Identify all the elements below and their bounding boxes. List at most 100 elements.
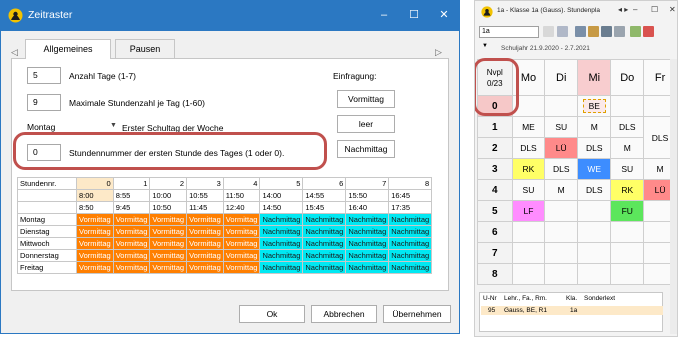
vormittag-cell[interactable]: Vormittag xyxy=(112,249,151,262)
table-row[interactable]: Donnerstag Vormittag Vormittag Vormittag Vor… xyxy=(17,249,433,262)
vormittag-cell[interactable]: Vormittag xyxy=(149,261,188,274)
hour-header[interactable]: 1 xyxy=(112,177,151,190)
vormittag-cell[interactable]: Vormittag xyxy=(186,237,224,250)
vormittag-cell[interactable]: Vormittag xyxy=(222,213,261,226)
empty-cell[interactable] xyxy=(544,263,579,285)
hour-header[interactable]: 5 xyxy=(259,177,304,190)
nav-arrows[interactable]: ◂ ▸ xyxy=(618,5,628,14)
start-time-cell[interactable]: 10:55 xyxy=(186,189,224,202)
nachmittag-button[interactable]: Nachmittag xyxy=(337,140,395,158)
tab-scroll-left-icon[interactable]: ◁ xyxy=(11,47,18,58)
hour-header[interactable]: 4 xyxy=(222,177,261,190)
table-row[interactable]: Montag Vormittag Vormittag Vormittag Vormitt… xyxy=(17,213,433,226)
nachmittag-cell[interactable]: Nachmittag xyxy=(302,237,347,250)
start-time-cell[interactable]: 11:50 xyxy=(222,189,261,202)
table-row[interactable]: Dienstag Vormittag Vormittag Vormittag Vormi… xyxy=(17,225,433,238)
end-time-cell[interactable]: 16:40 xyxy=(345,201,390,214)
vormittag-cell[interactable]: Vormittag xyxy=(186,225,224,238)
end-time-cell[interactable]: 8:50 xyxy=(76,201,114,214)
table-row[interactable]: 3 RK DLS WE SU M xyxy=(477,158,677,180)
start-time-cell[interactable]: 16:45 xyxy=(388,189,433,202)
start-time-cell[interactable]: 14:55 xyxy=(302,189,347,202)
hour-label[interactable]: 0 xyxy=(477,95,513,117)
empty-cell[interactable] xyxy=(544,200,579,222)
leer-button[interactable]: leer xyxy=(337,115,395,133)
settings-icon[interactable] xyxy=(643,26,654,37)
minimize-button[interactable]: – xyxy=(369,1,399,31)
lesson-cell[interactable]: SU xyxy=(544,116,579,138)
title-bar[interactable]: Zeitraster – ☐ ✕ xyxy=(1,1,459,31)
lesson-cell[interactable]: SU xyxy=(610,158,645,180)
vormittag-button[interactable]: Vormittag xyxy=(337,90,395,108)
start-time-cell[interactable]: 14:00 xyxy=(259,189,304,202)
vormittag-cell[interactable]: Vormittag xyxy=(76,237,114,250)
empty-cell[interactable] xyxy=(577,242,612,264)
nachmittag-cell[interactable]: Nachmittag xyxy=(345,237,390,250)
tab-scroll-right-icon[interactable]: ▷ xyxy=(435,47,442,58)
lesson-cell[interactable]: M xyxy=(544,179,579,201)
day-header[interactable]: Mi xyxy=(577,59,612,96)
vormittag-cell[interactable]: Vormittag xyxy=(186,261,224,274)
nachmittag-cell[interactable]: Nachmittag xyxy=(302,213,347,226)
expand-icon[interactable]: ▼ xyxy=(482,43,488,49)
day-header[interactable]: Do xyxy=(610,59,645,96)
start-time-cell[interactable]: 15:50 xyxy=(345,189,390,202)
end-time-cell[interactable]: 11:45 xyxy=(186,201,224,214)
hour-label[interactable]: 6 xyxy=(477,221,513,243)
tab-allgemeines[interactable]: Allgemeines xyxy=(25,39,111,59)
start-time-cell[interactable]: 8:55 xyxy=(112,189,151,202)
save-icon[interactable] xyxy=(575,26,586,37)
table-row[interactable]: 7 xyxy=(477,242,677,264)
table-row[interactable]: Freitag Vormittag Vormittag Vormittag Vormit… xyxy=(17,261,433,274)
empty-cell[interactable] xyxy=(544,221,579,243)
dropdown-icon[interactable] xyxy=(543,26,554,37)
vormittag-cell[interactable]: Vormittag xyxy=(149,249,188,262)
nachmittag-cell[interactable]: Nachmittag xyxy=(345,261,390,274)
hour-label[interactable]: 8 xyxy=(477,263,513,285)
empty-cell[interactable] xyxy=(577,200,612,222)
vormittag-cell[interactable]: Vormittag xyxy=(112,213,151,226)
maximize-button[interactable]: ☐ xyxy=(399,1,429,31)
nachmittag-cell[interactable]: Nachmittag xyxy=(388,261,433,274)
apply-button[interactable]: Übernehmen xyxy=(383,305,451,323)
car-icon[interactable] xyxy=(614,26,625,37)
nachmittag-cell[interactable]: Nachmittag xyxy=(259,225,304,238)
empty-cell[interactable] xyxy=(511,263,546,285)
lesson-cell[interactable]: FU xyxy=(610,200,645,222)
nachmittag-cell[interactable]: Nachmittag xyxy=(302,225,347,238)
vormittag-cell[interactable]: Vormittag xyxy=(186,213,224,226)
end-time-cell[interactable]: 9:45 xyxy=(112,201,151,214)
vormittag-cell[interactable]: Vormittag xyxy=(149,225,188,238)
empty-cell[interactable] xyxy=(511,95,546,117)
vormittag-cell[interactable]: Vormittag xyxy=(222,261,261,274)
table-row[interactable]: 4 SU M DLS RK LÜ xyxy=(477,179,677,201)
lesson-cell[interactable]: M xyxy=(610,137,645,159)
lesson-cell[interactable]: RK xyxy=(610,179,645,201)
nachmittag-cell[interactable]: Nachmittag xyxy=(302,261,347,274)
people-icon[interactable] xyxy=(601,26,612,37)
nachmittag-cell[interactable]: Nachmittag xyxy=(259,249,304,262)
lesson-cell[interactable]: DLS xyxy=(511,137,546,159)
table-row[interactable]: 5 LF FU xyxy=(477,200,677,222)
empty-cell[interactable] xyxy=(511,221,546,243)
empty-cell[interactable] xyxy=(610,95,645,117)
empty-cell[interactable] xyxy=(610,263,645,285)
day-header[interactable]: Di xyxy=(544,59,579,96)
empty-cell[interactable] xyxy=(511,242,546,264)
vormittag-cell[interactable]: Vormittag xyxy=(76,249,114,262)
lesson-cell[interactable]: ME xyxy=(511,116,546,138)
nachmittag-cell[interactable]: Nachmittag xyxy=(345,225,390,238)
anzahl-tage-input[interactable]: 5 xyxy=(27,67,61,84)
empty-cell[interactable] xyxy=(544,242,579,264)
lesson-cell[interactable]: DLS xyxy=(577,137,612,159)
close-button[interactable]: ✕ xyxy=(669,5,676,14)
table-row[interactable]: 0 BE xyxy=(477,95,677,117)
close-button[interactable]: ✕ xyxy=(429,1,459,31)
lesson-cell[interactable]: DLS xyxy=(544,158,579,180)
end-time-cell[interactable]: 12:40 xyxy=(222,201,261,214)
nachmittag-cell[interactable]: Nachmittag xyxy=(302,249,347,262)
hour-header[interactable]: 7 xyxy=(345,177,390,190)
max-stunden-input[interactable]: 9 xyxy=(27,94,61,111)
empty-cell[interactable] xyxy=(577,221,612,243)
lesson-cell[interactable]: DLS xyxy=(610,116,645,138)
